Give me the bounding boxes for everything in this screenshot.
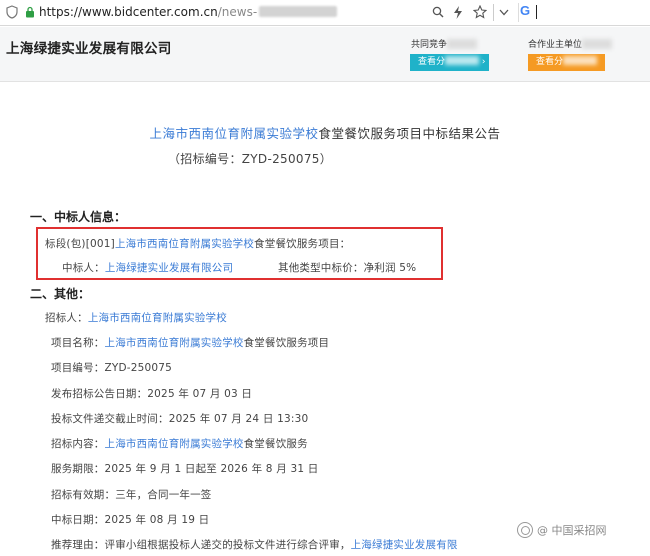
project-school-link[interactable]: 上海市西南位育附属实验学校 [105, 337, 244, 349]
price-line: 其他类型中标价：净利润 5% [278, 262, 417, 274]
announcement-title: 上海市西南位育附属实验学校食堂餐饮服务项目中标结果公告 [149, 126, 501, 141]
text-cursor [536, 5, 537, 19]
winner-link[interactable]: 上海绿捷实业发展有限公司 [105, 262, 233, 274]
url-field[interactable]: https://www.bidcenter.com.cn/news- [39, 5, 338, 19]
content-school-link[interactable]: 上海市西南位育附属实验学校 [105, 438, 244, 450]
publish-date-line: 发布招标公告日期：2025 年 07 月 03 日 [51, 388, 253, 400]
partner-label: 合作业主单位 [528, 37, 613, 50]
section-heading-other: 二、其他： [30, 287, 91, 301]
reason-winner-link[interactable]: 上海绿捷实业发展有限 [351, 539, 458, 551]
search-icon[interactable] [430, 4, 446, 20]
award-date-line: 中标日期：2025 年 08 月 19 日 [51, 514, 210, 526]
lightning-icon[interactable] [450, 4, 466, 20]
project-name-line: 项目名称：上海市西南位育附属实验学校食堂餐饮服务项目 [51, 337, 330, 349]
search-engine-box[interactable] [518, 3, 648, 22]
lock-icon [26, 6, 34, 18]
url-blurred [259, 6, 338, 17]
section-heading-winner: 一、中标人信息： [30, 210, 127, 224]
deadline-line: 投标文件递交截止时间：2025 年 07 月 24 日 13:30 [51, 413, 309, 425]
shield-icon[interactable] [6, 5, 18, 19]
view-analysis-button-orange[interactable]: 查看分 [528, 54, 605, 71]
star-icon[interactable] [472, 4, 488, 20]
url-main: https://www.bidcenter.com.cn [39, 5, 218, 19]
tenderer-line: 招标人：上海市西南位育附属实验学校 [45, 312, 227, 324]
competitor-label: 共同竞争 [411, 37, 478, 50]
content-line: 招标内容：上海市西南位育附属实验学校食堂餐饮服务 [51, 438, 308, 450]
watermark-logo-icon [517, 522, 533, 538]
service-period-line: 服务期限：2025 年 9 月 1 日起至 2026 年 8 月 31 日 [51, 463, 319, 475]
tenderer-link[interactable]: 上海市西南位育附属实验学校 [88, 312, 227, 324]
view-analysis-button-teal[interactable]: 查看分 › [410, 54, 489, 71]
price-value: 净利润 5% [363, 262, 417, 274]
project-no-line: 项目编号：ZYD-250075 [51, 362, 173, 374]
lot-school-link[interactable]: 上海市西南位育附属实验学校 [115, 238, 254, 250]
winner-line: 中标人：上海绿捷实业发展有限公司 [62, 262, 234, 274]
url-path: /news- [217, 5, 258, 19]
tender-code: （招标编号：ZYD-250075） [167, 152, 333, 166]
validity-line: 招标有效期：三年，合同一年一签 [51, 489, 212, 501]
company-title: 上海绿捷实业发展有限公司 [6, 41, 172, 57]
school-link[interactable]: 上海市西南位育附属实验学校 [149, 126, 318, 141]
browser-address-bar: https://www.bidcenter.com.cn/news- G [0, 0, 650, 26]
chevron-down-icon[interactable] [496, 4, 512, 20]
reason-line: 推荐理由：评审小组根据投标人递交的投标文件进行综合评审，上海绿捷实业发展有限 [51, 539, 458, 551]
toolbar-divider [493, 4, 494, 21]
google-icon: G [520, 3, 531, 18]
lot-line: 标段(包)[001]上海市西南位育附属实验学校食堂餐饮服务项目： [45, 238, 351, 250]
watermark: @ 中国采招网 [517, 522, 607, 538]
